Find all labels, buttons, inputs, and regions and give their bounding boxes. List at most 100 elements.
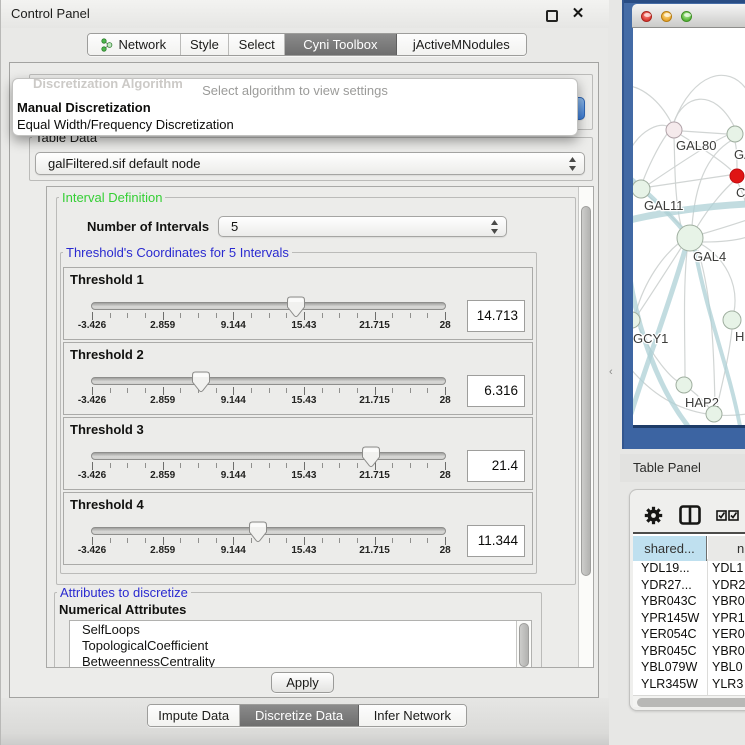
- table-cell: YDR27...: [641, 578, 692, 592]
- table-row[interactable]: YBR045CYBR0: [633, 643, 745, 660]
- tab-style[interactable]: Style: [181, 34, 230, 55]
- network-node-red[interactable]: [730, 169, 744, 183]
- numerical-attributes-label: Numerical Attributes: [59, 602, 186, 617]
- tab-jactivemnodules[interactable]: jActiveMNodules: [397, 34, 526, 55]
- network-node-h[interactable]: [723, 311, 741, 329]
- slider-tick: [286, 538, 287, 543]
- table-cell: YDL19...: [641, 561, 690, 575]
- slider-tick: [375, 387, 376, 395]
- slider-tick: [427, 463, 428, 468]
- column-header-shared-name[interactable]: shared...: [633, 536, 707, 561]
- slider-tick: [180, 538, 181, 543]
- table-row[interactable]: YPR145WYPR1: [633, 610, 745, 627]
- threshold-value-field[interactable]: 21.4: [467, 450, 525, 482]
- slider-tick: [357, 463, 358, 468]
- slider-tick: [163, 312, 164, 320]
- slider-tick: [92, 387, 93, 395]
- slider-tick-label: 2.859: [150, 470, 175, 481]
- slider-tick: [251, 388, 252, 393]
- slider-tick-label: 15.43: [291, 320, 316, 331]
- network-edge: [633, 125, 667, 150]
- network-edge: [649, 175, 730, 187]
- slider-tick: [357, 313, 358, 318]
- table-data-combobox[interactable]: galFiltered.sif default node: [35, 152, 585, 175]
- settings-scrollbar[interactable]: [578, 187, 593, 668]
- threshold-value-field[interactable]: 6.316: [467, 375, 525, 407]
- table-row[interactable]: YLR345WYLR3: [633, 676, 745, 693]
- float-window-icon[interactable]: [546, 10, 558, 22]
- tab-impute-data[interactable]: Impute Data: [148, 705, 240, 726]
- checkbox-icon[interactable]: [728, 510, 739, 521]
- network-node-gal80[interactable]: [666, 122, 682, 138]
- slider-track[interactable]: [91, 452, 446, 460]
- slider-tick: [92, 462, 93, 470]
- network-node-g2[interactable]: [727, 126, 743, 142]
- checkbox-icon[interactable]: [716, 510, 727, 521]
- threshold-value-field[interactable]: 14.713: [467, 300, 525, 332]
- slider-tick: [269, 463, 270, 468]
- table-row[interactable]: YER054CYER0: [633, 626, 745, 643]
- algorithm-popup-item[interactable]: Equal Width/Frequency Discretization: [17, 116, 573, 133]
- slider-tick: [445, 537, 446, 545]
- slider-tick-label: 21.715: [359, 545, 390, 556]
- slider-tick: [163, 387, 164, 395]
- network-node-gal4[interactable]: [677, 225, 703, 251]
- slider-track[interactable]: [91, 527, 446, 535]
- list-item[interactable]: BetweennessCentrality: [82, 654, 215, 668]
- slider-tick: [145, 388, 146, 393]
- tab-label: jActiveMNodules: [413, 37, 510, 52]
- number-of-intervals-combobox[interactable]: 5: [218, 216, 507, 237]
- list-item[interactable]: SelfLoops: [82, 622, 140, 638]
- slider-track[interactable]: [91, 302, 446, 310]
- interval-definition-group-title: Interval Definition: [59, 190, 165, 205]
- close-icon[interactable]: ✕: [568, 4, 588, 24]
- table-row[interactable]: YDL19...YDL1: [633, 560, 745, 577]
- algorithm-popup-item[interactable]: Manual Discretization: [17, 99, 573, 116]
- table-row[interactable]: YBL079WYBL0: [633, 659, 745, 676]
- table-cell: YPR1: [712, 611, 745, 625]
- table-panel-title: Table Panel: [633, 460, 701, 475]
- tab-discretize-data[interactable]: Discretize Data: [240, 705, 358, 726]
- slider-thumb[interactable]: [286, 296, 305, 318]
- splitter-collapse-icon[interactable]: ‹: [609, 366, 619, 378]
- slider-track[interactable]: [91, 377, 446, 385]
- tab-infer-network[interactable]: Infer Network: [359, 705, 466, 726]
- slider-tick: [269, 538, 270, 543]
- threshold-value-field[interactable]: 11.344: [467, 525, 525, 557]
- slider-tick: [357, 538, 358, 543]
- number-of-intervals-label: Number of Intervals: [87, 219, 209, 234]
- tab-cyni-toolbox[interactable]: Cyni Toolbox: [285, 34, 396, 55]
- table-row[interactable]: YDR27...YDR2: [633, 577, 745, 594]
- threshold-coordinates-group: Threshold's Coordinates for 5 Intervals …: [60, 252, 537, 574]
- slider-tick: [198, 313, 199, 318]
- attributes-list-scrollbar[interactable]: [516, 621, 531, 667]
- slider-tick: [339, 538, 340, 543]
- window-minimize-icon[interactable]: [661, 11, 672, 22]
- split-columns-icon[interactable]: [679, 505, 701, 525]
- gear-icon[interactable]: [644, 506, 663, 525]
- numerical-attributes-list[interactable]: SelfLoopsTopologicalCoefficientBetweenne…: [69, 620, 532, 668]
- network-node-hap2[interactable]: [676, 377, 692, 393]
- window-zoom-icon[interactable]: [681, 11, 692, 22]
- slider-tick-label: 28: [440, 395, 451, 406]
- list-item[interactable]: TopologicalCoefficient: [82, 638, 208, 654]
- tab-select[interactable]: Select: [229, 34, 285, 55]
- table-row[interactable]: YBR043CYBR0: [633, 593, 745, 610]
- control-panel-title: Control Panel: [11, 0, 90, 28]
- slider-tick-label: 9.144: [221, 470, 246, 481]
- slider-thumb[interactable]: [361, 446, 380, 468]
- slider-thumb[interactable]: [192, 371, 211, 393]
- slider-tick: [322, 388, 323, 393]
- column-header-name[interactable]: n: [708, 536, 745, 561]
- network-node-gal11[interactable]: [633, 180, 650, 198]
- tab-network[interactable]: Network: [88, 34, 181, 55]
- slider-thumb[interactable]: [248, 521, 267, 543]
- network-canvas[interactable]: GAL80GACGAL11GAL4GCY1HHAP2: [633, 28, 745, 425]
- table-cell: YBR045C: [641, 644, 697, 658]
- table-horizontal-scrollbar[interactable]: [633, 695, 745, 707]
- network-edge: [636, 243, 679, 312]
- apply-button[interactable]: Apply: [271, 672, 334, 693]
- network-node-b1[interactable]: [706, 406, 722, 422]
- window-close-icon[interactable]: [641, 11, 652, 22]
- slider-tick: [198, 463, 199, 468]
